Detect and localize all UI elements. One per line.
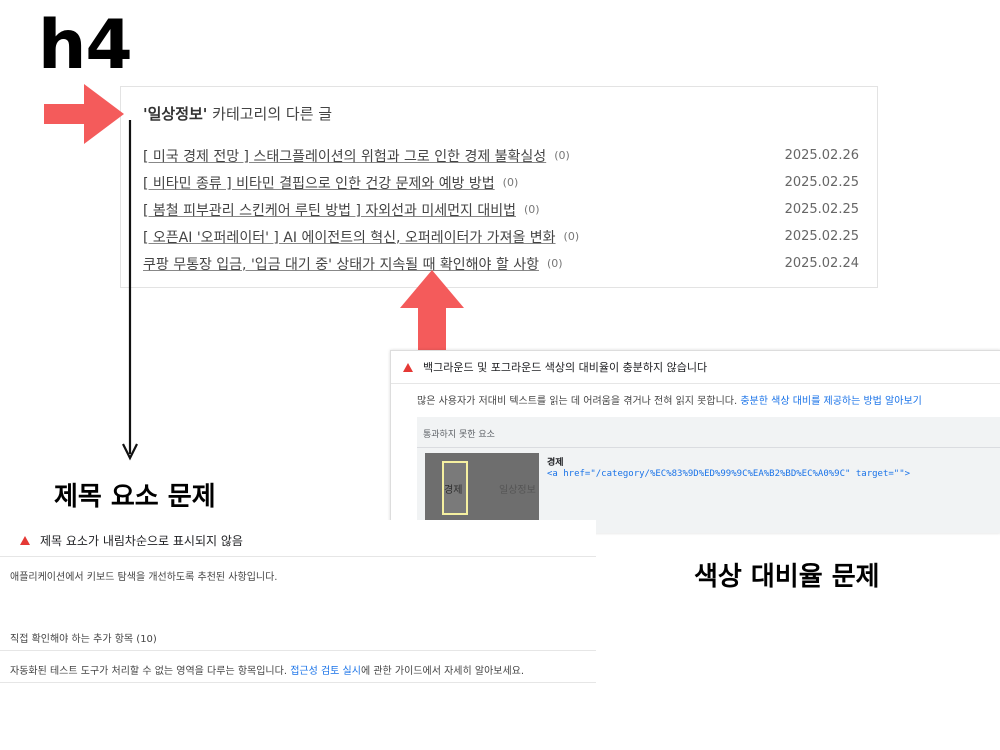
contrast-learn-more-link[interactable]: 충분한 색상 대비를 제공하는 방법 알아보기 <box>740 396 922 407</box>
related-post-link[interactable]: [ 봄철 피부관리 스킨케어 루틴 방법 ] 자외선과 미세먼지 대비법 <box>143 200 516 220</box>
related-heading-suffix: 카테고리의 다른 글 <box>207 105 333 123</box>
manual-check-description: 자동화된 테스트 도구가 처리할 수 없는 영역을 다루는 항목입니다. 접근성… <box>10 662 524 677</box>
heading-order-audit-panel: 제목 요소가 내림차순으로 표시되지 않음 애플리케이션에서 키보드 탐색을 개… <box>0 520 596 700</box>
manual-desc-prefix: 자동화된 테스트 도구가 처리할 수 없는 영역을 다루는 항목입니다. <box>10 666 291 677</box>
divider <box>0 650 596 651</box>
h4-annotation-label: h4 <box>38 6 133 85</box>
divider <box>0 682 596 683</box>
heading-issue-label: 제목 요소 문제 <box>54 482 216 512</box>
comment-count: (0) <box>502 176 519 189</box>
manual-check-label[interactable]: 직접 확인해야 하는 추가 항목 (10) <box>10 630 157 645</box>
heading-audit-title: 제목 요소가 내림차순으로 표시되지 않음 <box>40 534 243 548</box>
heading-audit-description: 애플리케이션에서 키보드 탐색을 개선하도록 추천된 사항입니다. <box>10 572 278 583</box>
comment-count: (0) <box>546 257 563 270</box>
post-date: 2025.02.24 <box>784 256 859 271</box>
up-arrow-icon <box>400 270 464 350</box>
related-posts-list: [ 미국 경제 전망 ] 스태그플레이션의 위험과 그로 인한 경제 불확실성 … <box>143 142 859 277</box>
comment-count: (0) <box>523 203 540 216</box>
divider <box>0 556 596 557</box>
thumbnail-other-text: 일상정보 <box>499 485 536 496</box>
failed-node-label: 경제 <box>547 458 564 468</box>
post-date: 2025.02.25 <box>784 202 859 217</box>
divider <box>391 383 1000 384</box>
manual-desc-suffix: 에 관한 가이드에서 자세히 알아보세요. <box>360 666 525 677</box>
list-item: [ 오픈AI '오퍼레이터' ] AI 에이전트의 혁신, 오퍼레이터가 가져올… <box>143 223 859 250</box>
thumbnail-highlight-text: 경제 <box>444 485 463 496</box>
accessibility-review-link[interactable]: 접근성 검토 실시 <box>290 666 361 677</box>
list-item: [ 봄철 피부관리 스킨케어 루틴 방법 ] 자외선과 미세먼지 대비법 (0)… <box>143 196 859 223</box>
contrast-desc-text: 많은 사용자가 저대비 텍스트를 읽는 데 어려움을 겪거나 전혀 읽지 못합니… <box>417 396 741 407</box>
contrast-audit-panel: 백그라운드 및 포그라운드 색상의 대비율이 충분하지 않습니다 많은 사용자가… <box>390 350 1000 533</box>
related-post-link[interactable]: [ 비타민 종류 ] 비타민 결핍으로 인한 건강 문제와 예방 방법 <box>143 173 495 193</box>
post-date: 2025.02.25 <box>784 175 859 190</box>
related-post-link[interactable]: [ 오픈AI '오퍼레이터' ] AI 에이전트의 혁신, 오퍼레이터가 가져올… <box>143 227 556 247</box>
divider <box>417 447 1000 448</box>
list-item: 쿠팡 무통장 입금, '입금 대기 중' 상태가 지속될 때 확인해야 할 사항… <box>143 250 859 277</box>
comment-count: (0) <box>554 149 570 162</box>
contrast-issue-label: 색상 대비율 문제 <box>694 562 880 592</box>
post-date: 2025.02.25 <box>784 229 859 244</box>
right-arrow-icon <box>44 84 124 144</box>
down-arrow-icon <box>122 120 138 461</box>
related-category-name: '일상정보' <box>143 105 208 123</box>
related-posts-box: '일상정보' 카테고리의 다른 글 [ 미국 경제 전망 ] 스태그플레이션의 … <box>120 86 878 288</box>
contrast-audit-title-row[interactable]: 백그라운드 및 포그라운드 색상의 대비율이 충분하지 않습니다 <box>403 359 707 375</box>
failed-node-snippet[interactable]: <a href="/category/%EC%83%9D%ED%99%9C%EA… <box>547 469 910 479</box>
list-item: [ 비타민 종류 ] 비타민 결핍으로 인한 건강 문제와 예방 방법 (0) … <box>143 169 859 196</box>
failed-elements-box: 통과하지 못한 요소 경제 일상정보 경제 <a href="/category… <box>417 417 1000 533</box>
contrast-audit-description: 많은 사용자가 저대비 텍스트를 읽는 데 어려움을 겪거나 전혀 읽지 못합니… <box>417 392 922 407</box>
warning-icon <box>20 536 30 545</box>
comment-count: (0) <box>563 230 580 243</box>
contrast-audit-title: 백그라운드 및 포그라운드 색상의 대비율이 충분하지 않습니다 <box>423 361 708 374</box>
related-post-link[interactable]: [ 미국 경제 전망 ] 스태그플레이션의 위험과 그로 인한 경제 불확실성 <box>143 146 546 166</box>
related-posts-heading: '일상정보' 카테고리의 다른 글 <box>143 103 332 124</box>
related-post-link[interactable]: 쿠팡 무통장 입금, '입금 대기 중' 상태가 지속될 때 확인해야 할 사항 <box>143 254 539 274</box>
warning-icon <box>403 362 413 372</box>
heading-audit-title-row[interactable]: 제목 요소가 내림차순으로 표시되지 않음 <box>20 532 243 549</box>
post-date: 2025.02.26 <box>784 148 859 163</box>
list-item: [ 미국 경제 전망 ] 스태그플레이션의 위험과 그로 인한 경제 불확실성 … <box>143 142 859 169</box>
failed-elements-label: 통과하지 못한 요소 <box>423 430 495 440</box>
